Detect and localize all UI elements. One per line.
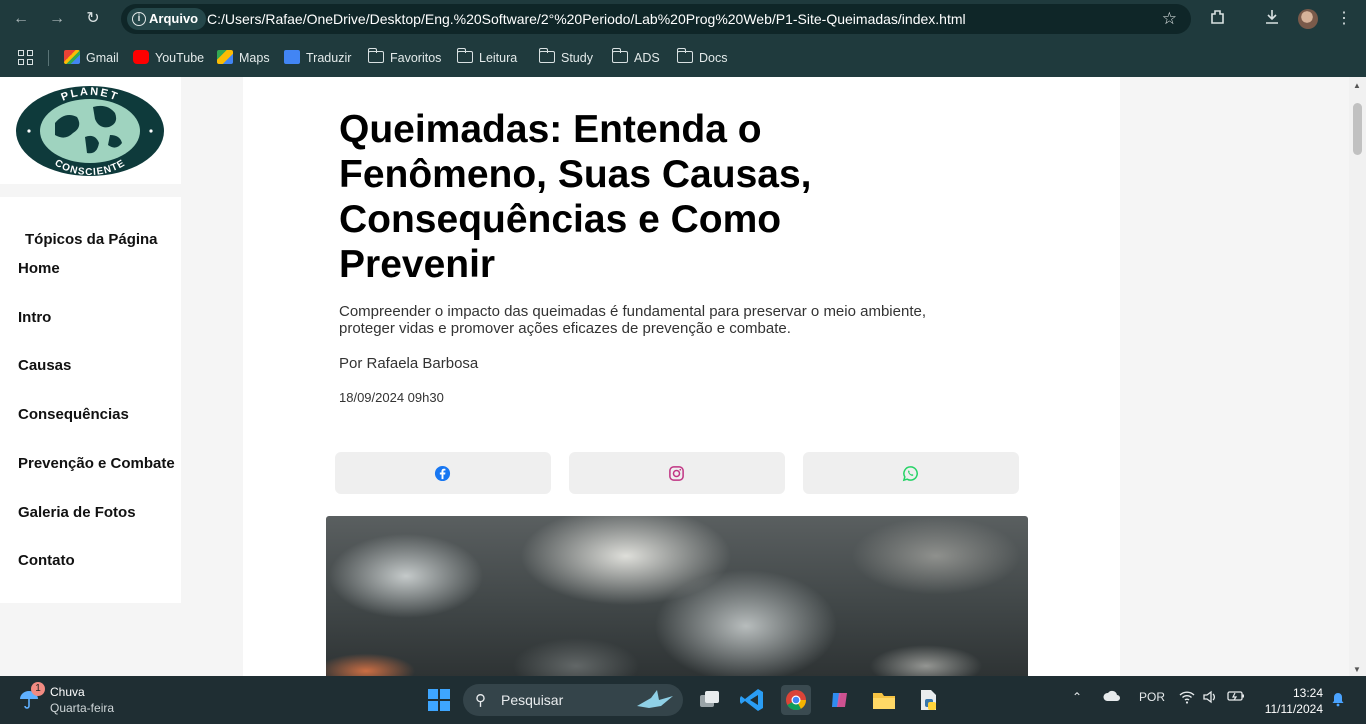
weather-badge: 1 (31, 682, 45, 696)
instagram-icon (669, 466, 684, 481)
facebook-icon (434, 465, 451, 482)
menu-kebab-icon[interactable]: ⋮ (1332, 8, 1356, 30)
hero-image-wildfire-smoke (326, 516, 1028, 676)
scroll-thumb[interactable] (1353, 103, 1362, 155)
browser-toolbar: ← → ↻ i Arquivo C:/Users/Rafae/OneDrive/… (0, 0, 1366, 38)
sidebar-link-galeria[interactable]: Galeria de Fotos (18, 504, 136, 521)
logo-card: PLANET CONSCIENTE (0, 77, 181, 184)
notification-bell-icon[interactable] (1330, 691, 1346, 710)
bookmark-star-icon[interactable]: ☆ (1162, 8, 1177, 30)
reload-icon[interactable]: ↻ (82, 8, 104, 30)
sidebar-title: Tópicos da Página (25, 231, 158, 248)
folder-icon (456, 48, 473, 63)
forward-icon[interactable]: → (46, 8, 68, 30)
folder-icon (611, 48, 628, 63)
share-whatsapp-button[interactable] (803, 452, 1019, 494)
sidebar-link-consequencias[interactable]: Consequências (18, 406, 129, 423)
language-indicator[interactable]: POR (1139, 690, 1165, 704)
maps-icon (217, 50, 233, 64)
article-lead: Compreender o impacto das queimadas é fu… (339, 303, 926, 337)
bookmark-youtube[interactable]: YouTube (133, 48, 204, 68)
address-bar[interactable]: i Arquivo C:/Users/Rafae/OneDrive/Deskto… (121, 4, 1191, 34)
windows-taskbar: 1 Chuva Quarta-feira ⚲ Pesquisar ⌃ POR 1… (0, 676, 1366, 724)
sidebar-link-prevencao[interactable]: Prevenção e Combate (18, 455, 175, 472)
scroll-down-icon[interactable]: ▼ (1353, 665, 1361, 674)
bookmarks-bar: Gmail YouTube Maps Traduzir Favoritos Le… (0, 38, 1366, 77)
site-chip-label: Arquivo (149, 11, 199, 26)
article-title: Queimadas: Entenda o Fenômeno, Suas Caus… (339, 108, 812, 286)
bookmark-gmail[interactable]: Gmail (64, 48, 119, 68)
volume-icon[interactable] (1202, 690, 1218, 707)
system-clock[interactable]: 13:24 11/11/2024 (1261, 685, 1323, 717)
sidebar-link-intro[interactable]: Intro (18, 309, 51, 326)
article-author: Por Rafaela Barbosa (339, 355, 479, 372)
share-facebook-button[interactable] (335, 452, 551, 494)
extensions-icon[interactable] (1206, 8, 1230, 30)
copilot-icon[interactable] (825, 685, 855, 715)
whatsapp-icon (902, 466, 918, 482)
wifi-icon[interactable] (1179, 690, 1195, 707)
python-file-icon[interactable] (913, 685, 943, 715)
bookmark-study[interactable]: Study (538, 48, 593, 68)
sidebar-link-contato[interactable]: Contato (18, 552, 75, 569)
back-icon[interactable]: ← (10, 8, 32, 30)
profile-avatar[interactable] (1298, 9, 1318, 29)
bookmark-docs[interactable]: Docs (676, 48, 727, 68)
site-info-chip[interactable]: i Arquivo (127, 8, 207, 30)
onedrive-icon[interactable] (1103, 690, 1121, 705)
bookmarks-divider (48, 50, 49, 66)
bookmark-translate[interactable]: Traduzir (284, 48, 351, 68)
article-date: 18/09/2024 09h30 (339, 390, 444, 405)
scroll-up-icon[interactable]: ▲ (1353, 81, 1361, 90)
article-main: Queimadas: Entenda o Fenômeno, Suas Caus… (243, 77, 1120, 676)
sidebar-link-causas[interactable]: Causas (18, 357, 71, 374)
vscode-icon[interactable] (737, 685, 767, 715)
sidebar-topics: Tópicos da Página Home Intro Causas Cons… (0, 197, 181, 603)
weather-title[interactable]: Chuva (50, 685, 85, 699)
page-scrollbar[interactable]: ▲ ▼ (1349, 77, 1366, 676)
clock-date: 11/11/2024 (1264, 702, 1323, 716)
folder-icon (538, 48, 555, 63)
windows-start-icon[interactable] (428, 689, 450, 711)
sidebar-link-home[interactable]: Home (18, 260, 60, 277)
gmail-icon (64, 50, 80, 64)
apps-grid-icon[interactable] (18, 50, 34, 66)
url-text[interactable]: C:/Users/Rafae/OneDrive/Desktop/Eng.%20S… (207, 4, 966, 34)
taskbar-search[interactable]: ⚲ Pesquisar (463, 684, 683, 716)
task-view-icon[interactable] (694, 685, 724, 715)
download-icon[interactable] (1260, 8, 1284, 30)
bookmark-favoritos[interactable]: Favoritos (367, 48, 441, 68)
chrome-icon[interactable] (781, 685, 811, 715)
file-explorer-icon[interactable] (869, 685, 899, 715)
share-instagram-button[interactable] (569, 452, 785, 494)
info-icon: i (132, 12, 146, 26)
page-viewport: PLANET CONSCIENTE Tópicos da Página Home… (0, 77, 1366, 676)
search-icon: ⚲ (475, 692, 486, 709)
search-label: Pesquisar (501, 692, 564, 708)
weather-subtitle[interactable]: Quarta-feira (50, 701, 114, 715)
bookmark-ads[interactable]: ADS (611, 48, 660, 68)
origami-crane-icon (637, 690, 673, 708)
folder-icon (367, 48, 384, 63)
folder-icon (676, 48, 693, 63)
clock-time: 13:24 (1292, 686, 1323, 700)
translate-icon (284, 50, 300, 64)
bookmark-leitura[interactable]: Leitura (456, 48, 517, 68)
tray-chevron-up-icon[interactable]: ⌃ (1072, 690, 1082, 704)
planet-consciente-logo[interactable]: PLANET CONSCIENTE (15, 85, 165, 177)
bookmark-maps[interactable]: Maps (217, 48, 270, 68)
battery-icon[interactable] (1227, 690, 1245, 705)
youtube-icon (133, 50, 149, 64)
